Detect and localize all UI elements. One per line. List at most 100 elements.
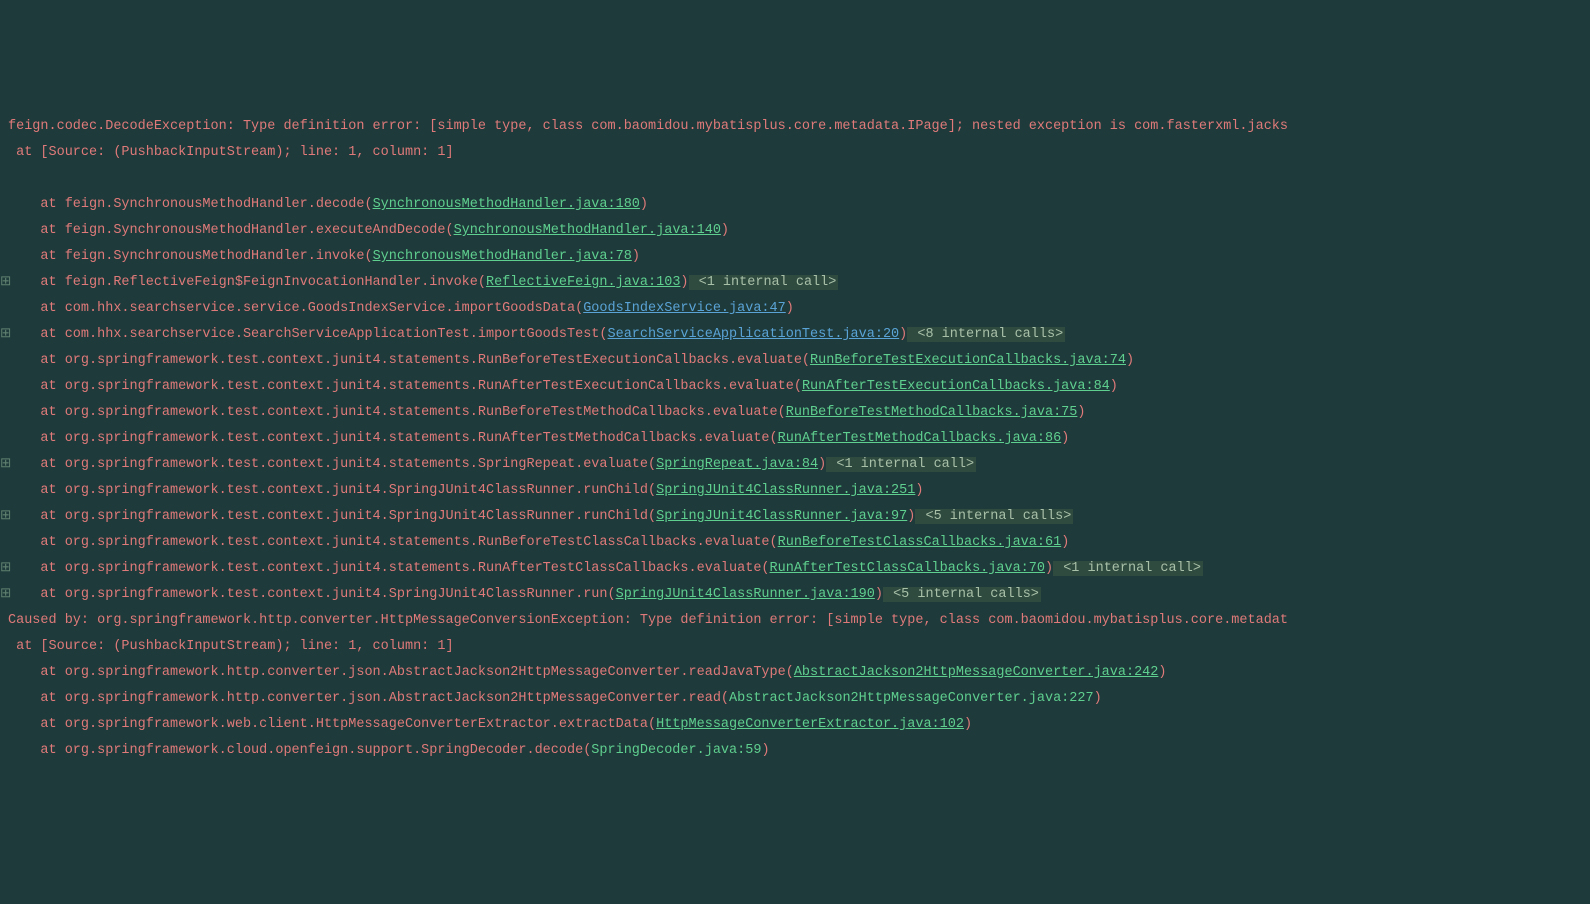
internal-calls-tag[interactable]: <5 internal calls> <box>883 587 1041 602</box>
stacktrace-line: ⊞ at com.hhx.searchservice.SearchService… <box>0 322 1590 348</box>
error-text: Caused by: org.springframework.http.conv… <box>8 613 1288 628</box>
frame-suffix: ) <box>875 587 883 602</box>
stacktrace-line: ⊞ at org.springframework.test.context.ju… <box>0 504 1590 530</box>
frame-prefix: at feign.SynchronousMethodHandler.invoke… <box>8 249 373 264</box>
expand-icon <box>0 244 8 270</box>
expand-icon <box>0 426 8 452</box>
frame-suffix: ) <box>786 301 794 316</box>
gutter <box>0 738 8 764</box>
frame-suffix: ) <box>1077 405 1085 420</box>
expand-icon <box>0 400 8 426</box>
blank <box>8 171 16 186</box>
source-link[interactable]: AbstractJackson2HttpMessageConverter.jav… <box>729 691 1094 706</box>
expand-icon <box>0 374 8 400</box>
frame-prefix: at feign.SynchronousMethodHandler.decode… <box>8 197 373 212</box>
stacktrace-line: at feign.SynchronousMethodHandler.invoke… <box>0 244 1590 270</box>
expand-icon[interactable]: ⊞ <box>0 270 8 296</box>
stacktrace-line: at org.springframework.http.converter.js… <box>0 660 1590 686</box>
source-link[interactable]: SpringDecoder.java:59 <box>591 743 761 758</box>
expand-icon <box>0 478 8 504</box>
frame-suffix: ) <box>680 275 688 290</box>
frame-prefix: at org.springframework.test.context.juni… <box>8 457 656 472</box>
frame-prefix: at org.springframework.test.context.juni… <box>8 561 770 576</box>
stacktrace-line: at com.hhx.searchservice.service.GoodsIn… <box>0 296 1590 322</box>
frame-suffix: ) <box>1061 431 1069 446</box>
stacktrace-line: at org.springframework.test.context.juni… <box>0 478 1590 504</box>
source-link[interactable]: AbstractJackson2HttpMessageConverter.jav… <box>794 665 1159 680</box>
stacktrace-line: feign.codec.DecodeException: Type defini… <box>0 114 1590 140</box>
gutter <box>0 608 8 634</box>
error-text: at [Source: (PushbackInputStream); line:… <box>8 145 454 160</box>
expand-icon[interactable]: ⊞ <box>0 582 8 608</box>
frame-suffix: ) <box>1158 665 1166 680</box>
stacktrace-line: at org.springframework.cloud.openfeign.s… <box>0 738 1590 764</box>
frame-suffix: ) <box>721 223 729 238</box>
source-link[interactable]: HttpMessageConverterExtractor.java:102 <box>656 717 964 732</box>
frame-suffix: ) <box>1094 691 1102 706</box>
source-link[interactable]: SpringJUnit4ClassRunner.java:251 <box>656 483 915 498</box>
stacktrace-line: at [Source: (PushbackInputStream); line:… <box>0 140 1590 166</box>
source-link[interactable]: SynchronousMethodHandler.java:78 <box>373 249 632 264</box>
source-link[interactable]: ReflectiveFeign.java:103 <box>486 275 680 290</box>
stacktrace-line: at [Source: (PushbackInputStream); line:… <box>0 634 1590 660</box>
internal-calls-tag[interactable]: <1 internal call> <box>826 457 976 472</box>
stacktrace-line: at org.springframework.test.context.juni… <box>0 400 1590 426</box>
expand-icon[interactable]: ⊞ <box>0 556 8 582</box>
error-text: feign.codec.DecodeException: Type defini… <box>8 119 1288 134</box>
source-link[interactable]: RunBeforeTestClassCallbacks.java:61 <box>778 535 1062 550</box>
gutter <box>0 166 8 192</box>
gutter <box>0 660 8 686</box>
frame-suffix: ) <box>915 483 923 498</box>
frame-suffix: ) <box>1126 353 1134 368</box>
frame-prefix: at org.springframework.test.context.juni… <box>8 535 778 550</box>
frame-suffix: ) <box>1110 379 1118 394</box>
gutter <box>0 114 8 140</box>
frame-prefix: at com.hhx.searchservice.SearchServiceAp… <box>8 327 608 342</box>
stacktrace-line <box>0 166 1590 192</box>
expand-icon[interactable]: ⊞ <box>0 504 8 530</box>
expand-icon <box>0 218 8 244</box>
frame-prefix: at org.springframework.test.context.juni… <box>8 587 616 602</box>
source-link[interactable]: RunBeforeTestExecutionCallbacks.java:74 <box>810 353 1126 368</box>
frame-prefix: at feign.SynchronousMethodHandler.execut… <box>8 223 454 238</box>
source-link[interactable]: SpringRepeat.java:84 <box>656 457 818 472</box>
source-link[interactable]: SpringJUnit4ClassRunner.java:97 <box>656 509 907 524</box>
expand-icon <box>0 192 8 218</box>
source-link[interactable]: RunAfterTestClassCallbacks.java:70 <box>770 561 1045 576</box>
source-link[interactable]: GoodsIndexService.java:47 <box>583 301 786 316</box>
gutter <box>0 140 8 166</box>
frame-suffix: ) <box>632 249 640 264</box>
frame-prefix: at org.springframework.test.context.juni… <box>8 483 656 498</box>
source-link[interactable]: RunAfterTestMethodCallbacks.java:86 <box>778 431 1062 446</box>
internal-calls-tag[interactable]: <8 internal calls> <box>907 327 1065 342</box>
source-link[interactable]: SynchronousMethodHandler.java:140 <box>454 223 721 238</box>
source-link[interactable]: SynchronousMethodHandler.java:180 <box>373 197 640 212</box>
expand-icon[interactable]: ⊞ <box>0 452 8 478</box>
stacktrace-line: at org.springframework.test.context.juni… <box>0 426 1590 452</box>
stacktrace-line: at org.springframework.test.context.juni… <box>0 530 1590 556</box>
frame-prefix: at org.springframework.web.client.HttpMe… <box>8 717 656 732</box>
stacktrace-line: at org.springframework.test.context.juni… <box>0 348 1590 374</box>
stacktrace-line: at org.springframework.test.context.juni… <box>0 374 1590 400</box>
stacktrace-line: Caused by: org.springframework.http.conv… <box>0 608 1590 634</box>
frame-prefix: at org.springframework.test.context.juni… <box>8 431 778 446</box>
source-link[interactable]: RunBeforeTestMethodCallbacks.java:75 <box>786 405 1078 420</box>
expand-icon[interactable]: ⊞ <box>0 322 8 348</box>
internal-calls-tag[interactable]: <5 internal calls> <box>915 509 1073 524</box>
frame-prefix: at org.springframework.http.converter.js… <box>8 691 729 706</box>
frame-prefix: at org.springframework.test.context.juni… <box>8 353 810 368</box>
stacktrace-line: at org.springframework.http.converter.js… <box>0 686 1590 712</box>
expand-icon <box>0 530 8 556</box>
gutter <box>0 712 8 738</box>
error-text: at [Source: (PushbackInputStream); line:… <box>8 639 454 654</box>
source-link[interactable]: RunAfterTestExecutionCallbacks.java:84 <box>802 379 1110 394</box>
internal-calls-tag[interactable]: <1 internal call> <box>689 275 839 290</box>
frame-suffix: ) <box>1045 561 1053 576</box>
internal-calls-tag[interactable]: <1 internal call> <box>1053 561 1203 576</box>
stacktrace-line: ⊞ at feign.ReflectiveFeign$FeignInvocati… <box>0 270 1590 296</box>
frame-prefix: at org.springframework.test.context.juni… <box>8 379 802 394</box>
expand-icon <box>0 296 8 322</box>
source-link[interactable]: SearchServiceApplicationTest.java:20 <box>608 327 900 342</box>
source-link[interactable]: SpringJUnit4ClassRunner.java:190 <box>616 587 875 602</box>
frame-suffix: ) <box>964 717 972 732</box>
